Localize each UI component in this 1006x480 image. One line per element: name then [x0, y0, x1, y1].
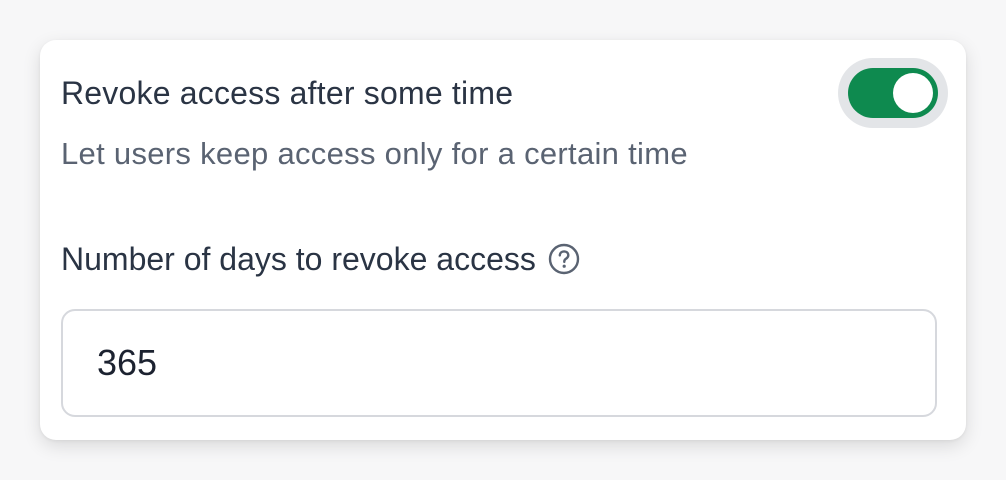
toggle-knob: [893, 73, 933, 113]
revoke-access-description: Let users keep access only for a certain…: [61, 136, 688, 171]
revoke-access-toggle[interactable]: [848, 68, 938, 118]
days-field-label-row: Number of days to revoke access: [61, 240, 580, 278]
days-field-label: Number of days to revoke access: [61, 241, 536, 277]
revoke-access-title: Revoke access after some time: [61, 75, 514, 111]
revoke-toggle-focus-ring: [838, 58, 948, 128]
days-input[interactable]: [61, 309, 937, 417]
revoke-access-card: Revoke access after some time Let users …: [40, 40, 966, 440]
question-circle-icon[interactable]: [548, 243, 580, 275]
